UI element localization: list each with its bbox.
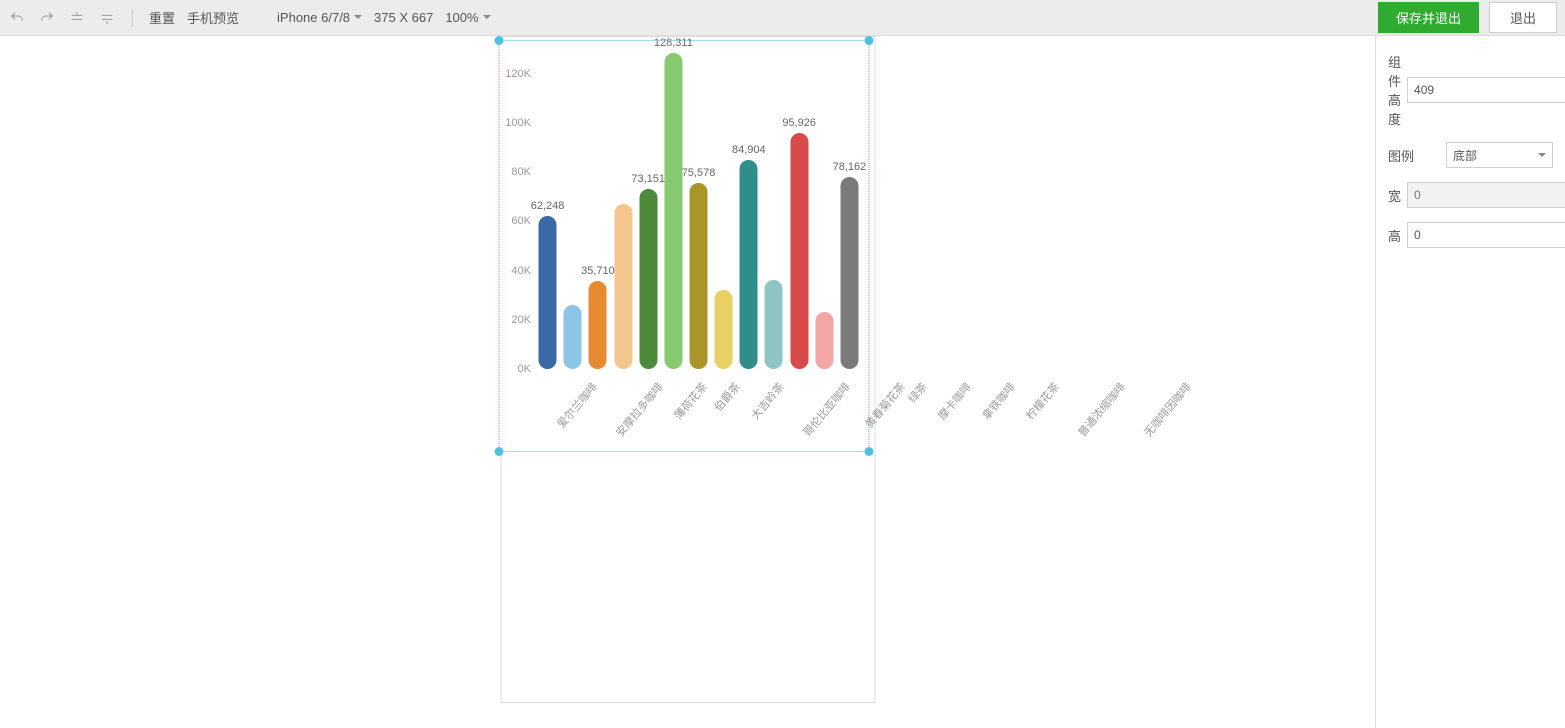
chart-bar[interactable]: 78,162 xyxy=(840,177,858,369)
chart-bar[interactable]: 128,311 xyxy=(664,53,682,369)
toolbar-separator xyxy=(132,9,133,27)
y-tick: 100K xyxy=(501,117,531,129)
chart-bar[interactable]: 95,926 xyxy=(790,133,808,369)
canvas-area[interactable]: 0K 20K 40K 60K 80K 100K 120K 62,248 35,710 73,151… xyxy=(0,36,1375,728)
chart-bar[interactable] xyxy=(765,280,783,369)
mobile-preview-button[interactable]: 手机预览 xyxy=(187,8,239,27)
component-height-label: 组件高度 xyxy=(1388,52,1401,128)
chart-bar[interactable] xyxy=(715,290,733,369)
reset-button[interactable]: 重置 xyxy=(149,8,175,27)
legend-height-input[interactable] xyxy=(1407,222,1565,248)
chart-bar[interactable]: 73,151 xyxy=(639,189,657,369)
chart-bar[interactable]: 75,578 xyxy=(690,183,708,369)
y-tick: 60K xyxy=(501,215,531,227)
bar-value-label: 75,578 xyxy=(682,167,716,179)
save-and-exit-button[interactable]: 保存并退出 xyxy=(1378,2,1479,33)
y-tick: 0K xyxy=(501,363,531,375)
y-tick: 120K xyxy=(501,68,531,80)
insert-below-icon[interactable] xyxy=(98,9,116,27)
bar-value-label: 84,904 xyxy=(732,144,766,156)
bar-value-label: 62,248 xyxy=(531,200,565,212)
exit-button[interactable]: 退出 xyxy=(1489,2,1557,33)
bar-value-label: 78,162 xyxy=(833,161,867,173)
insert-above-icon[interactable] xyxy=(68,9,86,27)
properties-sidebar: 组件高度 px 图例 底部 宽 px 高 px xyxy=(1375,36,1565,728)
chart-bar[interactable] xyxy=(564,305,582,369)
y-tick: 20K xyxy=(501,314,531,326)
legend-label: 图例 xyxy=(1388,146,1440,165)
chart-bar[interactable]: 35,710 xyxy=(589,281,607,369)
chart-x-labels: 爱尔兰咖啡安摩拉多咖啡薄荷花茶伯爵茶大吉岭茶哥伦比亚咖啡黄春菊花茶绿茶摩卡咖啡拿… xyxy=(535,375,862,445)
legend-height-label: 高 xyxy=(1388,226,1401,245)
bar-value-label: 95,926 xyxy=(782,117,816,129)
phone-preview-frame: 0K 20K 40K 60K 80K 100K 120K 62,248 35,710 73,151… xyxy=(500,36,875,703)
undo-icon[interactable] xyxy=(8,9,26,27)
device-select[interactable]: iPhone 6/7/8 xyxy=(277,10,362,25)
chart-bar[interactable]: 84,904 xyxy=(740,160,758,369)
chart-component[interactable]: 0K 20K 40K 60K 80K 100K 120K 62,248 35,710 73,151… xyxy=(498,40,869,452)
x-axis-label: 无咖啡因咖啡 xyxy=(1140,379,1236,475)
y-tick: 40K xyxy=(501,265,531,277)
top-toolbar: 重置 手机预览 iPhone 6/7/8 375 X 667 100% 保存并退… xyxy=(0,0,1565,36)
chart-bar[interactable]: 62,248 xyxy=(539,216,557,369)
zoom-select[interactable]: 100% xyxy=(445,10,490,25)
bar-value-label: 128,311 xyxy=(654,37,693,49)
legend-select[interactable]: 底部 xyxy=(1446,142,1553,168)
redo-icon[interactable] xyxy=(38,9,56,27)
chart-bar[interactable] xyxy=(614,204,632,369)
device-size-label: 375 X 667 xyxy=(374,10,433,25)
component-height-input[interactable] xyxy=(1407,77,1565,103)
width-label: 宽 xyxy=(1388,186,1401,205)
chart-plot-area: 0K20K40K60K80K100K120K62,24835,71073,151… xyxy=(535,49,862,369)
chart-bar[interactable] xyxy=(815,312,833,369)
legend-width-input xyxy=(1407,182,1565,208)
y-tick: 80K xyxy=(501,166,531,178)
